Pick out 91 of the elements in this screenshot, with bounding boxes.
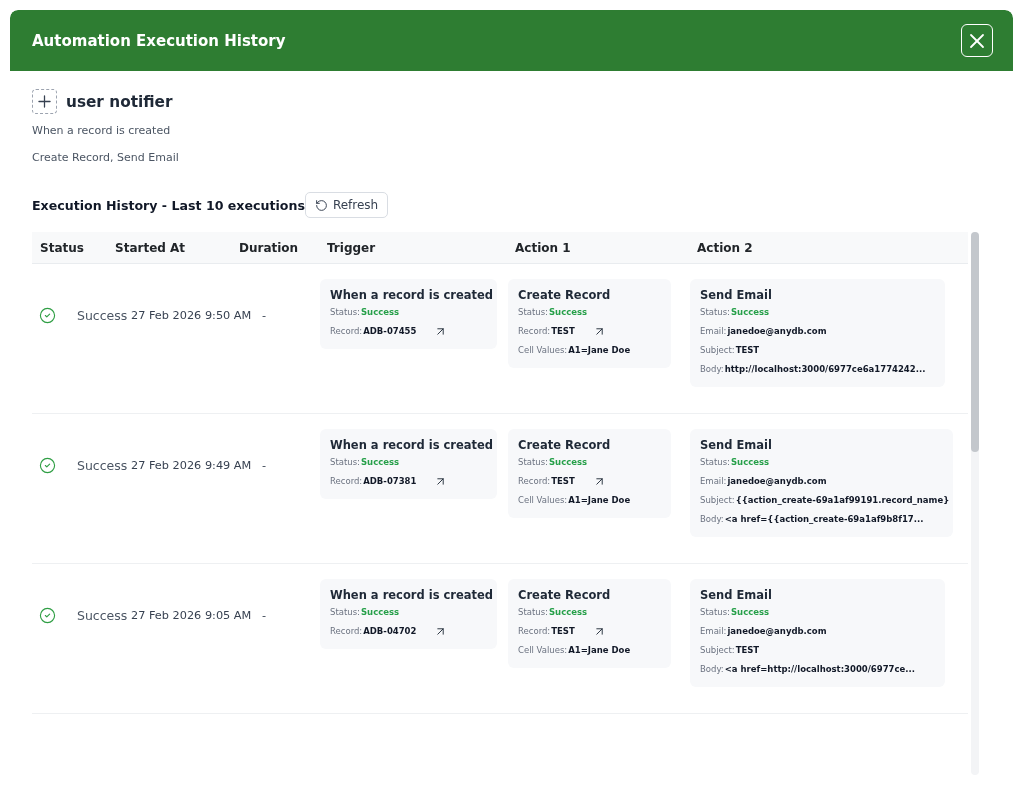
started-at-text: 27 Feb 2026 9:05 AM bbox=[131, 608, 252, 622]
field-label: Email: bbox=[700, 475, 727, 488]
field-label: Record: bbox=[330, 325, 363, 338]
field-value: {{action_create-69a1af99191.record_name} bbox=[735, 494, 950, 507]
card-title: Create Record bbox=[518, 437, 611, 453]
field-label: Status: bbox=[700, 456, 730, 469]
status-value: Success bbox=[730, 306, 770, 319]
field-label: Email: bbox=[700, 325, 727, 338]
field-label: Subject: bbox=[700, 644, 735, 657]
field-label: Record: bbox=[518, 325, 551, 338]
started-at-text: 27 Feb 2026 9:50 AM bbox=[131, 308, 252, 322]
plus-icon bbox=[32, 89, 57, 114]
column-header: Started At bbox=[114, 240, 186, 255]
started-at-text: 27 Feb 2026 9:49 AM bbox=[131, 458, 252, 472]
close-button[interactable] bbox=[961, 24, 993, 57]
field-label: Body: bbox=[700, 663, 724, 676]
field-label: Body: bbox=[700, 363, 724, 376]
field-value: janedoe@anydb.com bbox=[727, 625, 827, 638]
status-value: Success bbox=[730, 456, 770, 469]
status-text: Success bbox=[77, 307, 128, 323]
field-value: A1=Jane Doe bbox=[568, 644, 631, 657]
column-header: Action 1 bbox=[514, 240, 571, 255]
field-value: TEST bbox=[735, 644, 760, 657]
status-value: Success bbox=[548, 456, 588, 469]
field-label: Status: bbox=[330, 306, 360, 319]
check-circle-icon bbox=[39, 606, 56, 624]
record-id: TEST bbox=[551, 475, 575, 488]
field-label: Record: bbox=[518, 475, 551, 488]
duration-text: - bbox=[262, 608, 267, 622]
status-text: Success bbox=[77, 457, 128, 473]
field-value: janedoe@anydb.com bbox=[727, 325, 827, 338]
field-value: <a href=http://localhost:3000/6977ce... bbox=[724, 663, 915, 676]
duration-text: - bbox=[262, 308, 267, 322]
field-label: Subject: bbox=[700, 494, 735, 507]
card-title: Send Email bbox=[700, 437, 772, 453]
check-circle-icon bbox=[39, 306, 56, 324]
field-label: Status: bbox=[330, 606, 360, 619]
status-value: Success bbox=[548, 606, 588, 619]
field-value: A1=Jane Doe bbox=[568, 494, 631, 507]
card-title: Create Record bbox=[518, 287, 611, 303]
field-value: <a href={{action_create-69a1af9b8f17... bbox=[724, 513, 924, 526]
record-id: ADB-07381 bbox=[363, 475, 417, 488]
record-id: TEST bbox=[551, 325, 575, 338]
field-value: TEST bbox=[735, 344, 760, 357]
status-value: Success bbox=[360, 306, 400, 319]
field-label: Status: bbox=[330, 456, 360, 469]
automation-name: user notifier bbox=[66, 91, 173, 112]
duration-text: - bbox=[262, 458, 267, 472]
card-title: Send Email bbox=[700, 287, 772, 303]
field-value: http://localhost:3000/6977ce6a1774242... bbox=[724, 363, 926, 376]
check-circle-icon bbox=[39, 456, 56, 474]
record-id: ADB-04702 bbox=[363, 625, 417, 638]
field-label: Record: bbox=[518, 625, 551, 638]
card-title: When a record is created bbox=[330, 287, 494, 303]
actions-description: Create Record, Send Email bbox=[32, 151, 179, 165]
field-label: Record: bbox=[330, 625, 363, 638]
card-title: Send Email bbox=[700, 587, 772, 603]
field-label: Record: bbox=[330, 475, 363, 488]
field-label: Status: bbox=[518, 306, 548, 319]
field-label: Body: bbox=[700, 513, 724, 526]
section-title: Execution History - Last 10 executions bbox=[32, 197, 305, 213]
record-id: TEST bbox=[551, 625, 575, 638]
column-header: Trigger bbox=[326, 240, 376, 255]
card-title: When a record is created bbox=[330, 437, 494, 453]
field-label: Status: bbox=[700, 606, 730, 619]
field-label: Status: bbox=[518, 456, 548, 469]
status-value: Success bbox=[548, 306, 588, 319]
record-id: ADB-07455 bbox=[363, 325, 417, 338]
column-header: Status bbox=[39, 240, 84, 255]
status-text: Success bbox=[77, 607, 128, 623]
refresh-button[interactable]: Refresh bbox=[304, 192, 389, 218]
refresh-icon bbox=[314, 198, 328, 212]
trigger-description: When a record is created bbox=[32, 124, 171, 138]
field-label: Status: bbox=[518, 606, 548, 619]
field-label: Cell Values: bbox=[518, 494, 568, 507]
card-title: Create Record bbox=[518, 587, 611, 603]
field-label: Subject: bbox=[700, 344, 735, 357]
status-value: Success bbox=[360, 456, 400, 469]
column-header: Action 2 bbox=[696, 240, 753, 255]
field-value: janedoe@anydb.com bbox=[727, 475, 827, 488]
field-label: Cell Values: bbox=[518, 644, 568, 657]
dialog-title: Automation Execution History bbox=[32, 30, 286, 51]
scrollbar-thumb[interactable] bbox=[971, 232, 979, 452]
column-header: Duration bbox=[238, 240, 299, 255]
field-label: Cell Values: bbox=[518, 344, 568, 357]
status-value: Success bbox=[730, 606, 770, 619]
field-label: Status: bbox=[700, 306, 730, 319]
card-title: When a record is created bbox=[330, 587, 494, 603]
field-label: Email: bbox=[700, 625, 727, 638]
status-value: Success bbox=[360, 606, 400, 619]
field-value: A1=Jane Doe bbox=[568, 344, 631, 357]
